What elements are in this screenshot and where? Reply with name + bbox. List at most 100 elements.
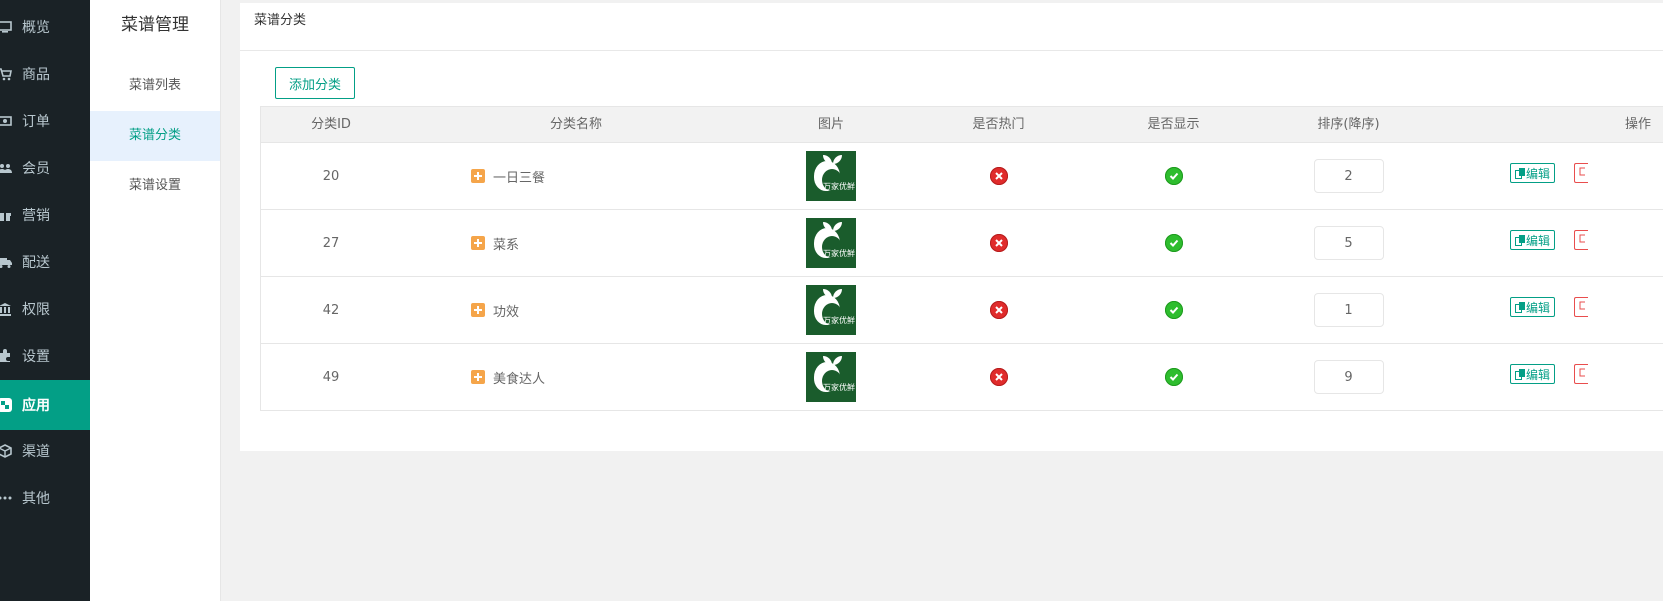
nav-item-label: 概览: [22, 20, 50, 36]
nav-item-other[interactable]: 其他: [0, 473, 90, 523]
column-header-name: 分类名称: [549, 117, 602, 132]
submenu-item-recipe-list[interactable]: 菜谱列表: [90, 61, 220, 111]
apps-icon: [0, 398, 12, 412]
nav-item-label: 配送: [22, 255, 50, 271]
nav-item-label: 渠道: [22, 444, 50, 460]
edit-label: 编辑: [1526, 233, 1551, 248]
copy-icon: [1515, 301, 1525, 313]
nav-item-label: 营销: [22, 208, 50, 224]
sort-cell: [1261, 210, 1436, 276]
check-icon[interactable]: [1164, 368, 1183, 386]
cross-icon[interactable]: [989, 368, 1008, 386]
category-id: 20: [322, 168, 340, 184]
image-cell: 万家优鲜: [751, 143, 911, 209]
image-cell: 万家优鲜: [751, 210, 911, 276]
users-icon: [0, 161, 12, 175]
copy-icon: [1515, 368, 1525, 380]
column-header-id: 分类ID: [311, 117, 351, 132]
nav-item-label: 其他: [22, 491, 50, 507]
edit-button[interactable]: 编辑: [1510, 297, 1556, 317]
cross-icon[interactable]: [989, 234, 1008, 252]
nav-item-label: 会员: [22, 161, 50, 177]
copy-icon: [1515, 234, 1525, 246]
delete-button[interactable]: [1574, 364, 1588, 384]
cross-icon[interactable]: [989, 301, 1008, 319]
submenu-title: 菜谱管理: [121, 15, 189, 35]
nav-item-marketing[interactable]: 营销: [0, 190, 90, 240]
sort-cell: [1261, 344, 1436, 410]
column-header-sort: 排序(降序): [1317, 117, 1380, 132]
trash-icon: [1579, 167, 1587, 176]
edit-button[interactable]: 编辑: [1510, 364, 1556, 384]
nav-item-settings[interactable]: 设置: [0, 331, 90, 381]
table-row: 49 美食达人 万家优鲜 9 编辑: [261, 344, 1663, 411]
submenu-item-recipe-category[interactable]: 菜谱分类: [90, 111, 220, 161]
hot-cell: [911, 143, 1086, 209]
sort-input[interactable]: [1313, 226, 1384, 260]
column-header-image: 图片: [817, 117, 844, 132]
hot-cell: [911, 344, 1086, 410]
sort-input[interactable]: [1313, 159, 1384, 193]
nav-item-label: 订单: [22, 114, 50, 130]
edit-button[interactable]: 编辑: [1510, 230, 1556, 250]
brand-text: 万家优鲜: [823, 182, 855, 191]
divider: [240, 50, 1663, 51]
main-panel: 菜谱分类 添加分类 分类ID 分类名称 图片 是否热门 是否显示 排序(降序) …: [240, 3, 1663, 451]
trash-icon: [1579, 301, 1587, 310]
nav-item-overview[interactable]: 概览: [0, 2, 90, 52]
category-name-cell: 一日三餐: [471, 143, 751, 209]
puzzle-icon: [0, 349, 12, 363]
expand-icon[interactable]: [471, 169, 485, 183]
expand-icon[interactable]: [471, 236, 485, 250]
table-header: 分类ID 分类名称 图片 是否热门 是否显示 排序(降序) 操作: [261, 107, 1663, 143]
edit-label: 编辑: [1526, 367, 1551, 382]
category-name-cell: 功效: [471, 277, 751, 343]
sort-input[interactable]: [1313, 360, 1384, 394]
category-image: 万家优鲜: [806, 285, 856, 335]
page-title: 菜谱分类: [254, 13, 307, 28]
nav-item-members[interactable]: 会员: [0, 143, 90, 193]
table-row: 27 菜系 万家优鲜 5 编辑: [261, 210, 1663, 277]
edit-button[interactable]: 编辑: [1510, 163, 1556, 183]
nav-item-channels[interactable]: 渠道: [0, 426, 90, 476]
nav-item-label: 商品: [22, 67, 50, 83]
nav-item-goods[interactable]: 商品: [0, 49, 90, 99]
cube-icon: [0, 444, 12, 458]
check-icon[interactable]: [1164, 234, 1183, 252]
expand-icon[interactable]: [471, 303, 485, 317]
category-name: 菜系: [493, 237, 520, 253]
expand-icon[interactable]: [471, 370, 485, 384]
column-header-visible: 是否显示: [1147, 117, 1200, 132]
ellipsis-icon: [0, 491, 12, 505]
delete-button[interactable]: [1574, 163, 1588, 183]
cart-icon: [0, 67, 12, 81]
edit-label: 编辑: [1526, 300, 1551, 315]
trash-icon: [1579, 368, 1587, 377]
copy-icon: [1515, 167, 1525, 179]
money-icon: [0, 114, 12, 128]
column-header-hot: 是否热门: [972, 117, 1025, 132]
category-name: 一日三餐: [493, 170, 546, 186]
category-name: 美食达人: [493, 371, 546, 387]
category-name-cell: 美食达人: [471, 344, 751, 410]
visible-cell: [1086, 344, 1261, 410]
nav-item-orders[interactable]: 订单: [0, 96, 90, 146]
check-icon[interactable]: [1164, 167, 1183, 185]
cross-icon[interactable]: [989, 167, 1008, 185]
category-table: 分类ID 分类名称 图片 是否热门 是否显示 排序(降序) 操作 20 一日三餐…: [260, 106, 1663, 411]
delete-button[interactable]: [1574, 297, 1588, 317]
add-category-button[interactable]: 添加分类: [275, 67, 355, 99]
nav-item-apps[interactable]: 应用: [0, 380, 90, 430]
submenu-item-recipe-settings[interactable]: 菜谱设置: [90, 161, 220, 211]
nav-item-delivery[interactable]: 配送: [0, 237, 90, 287]
category-id: 49: [322, 369, 340, 385]
visible-cell: [1086, 210, 1261, 276]
brand-text: 万家优鲜: [823, 249, 855, 258]
category-id: 42: [322, 302, 340, 318]
image-cell: 万家优鲜: [751, 277, 911, 343]
nav-item-permissions[interactable]: 权限: [0, 284, 90, 334]
check-icon[interactable]: [1164, 301, 1183, 319]
delete-button[interactable]: [1574, 230, 1588, 250]
sub-menu: 菜谱管理 菜谱列表 菜谱分类 菜谱设置: [90, 0, 221, 601]
sort-input[interactable]: [1313, 293, 1384, 327]
